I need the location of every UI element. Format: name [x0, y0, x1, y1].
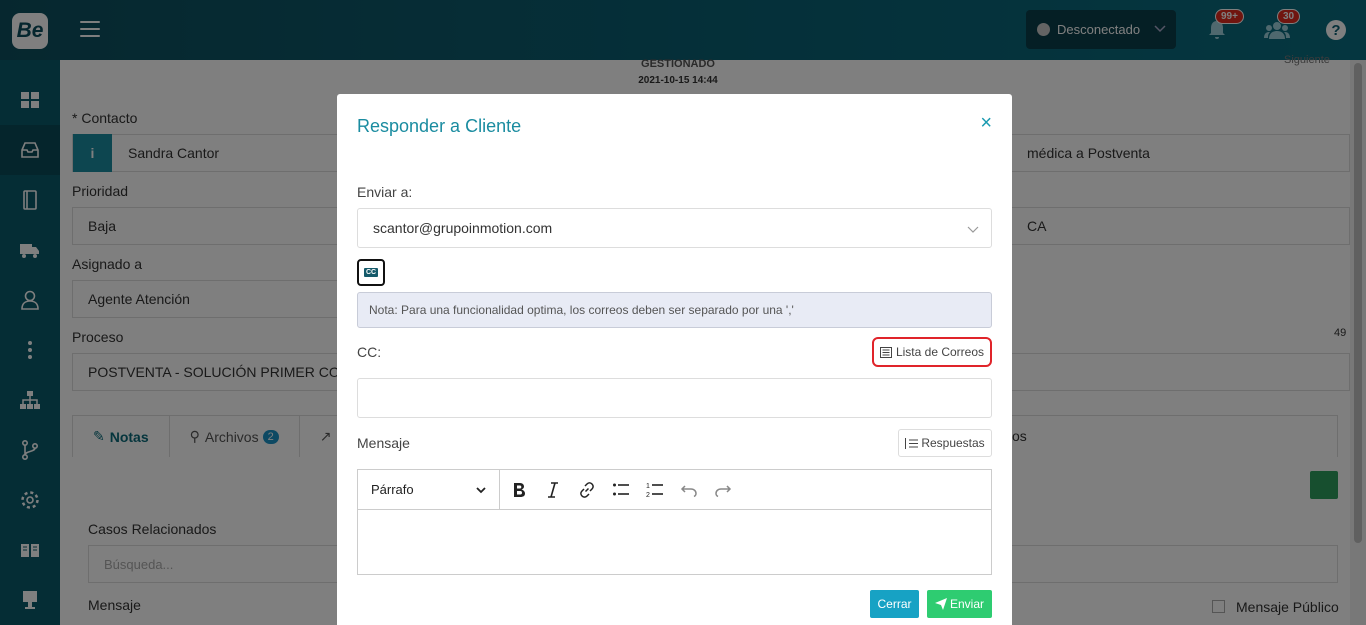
respuestas-button[interactable]: Respuestas	[898, 429, 992, 457]
lista-correos-button[interactable]: Lista de Correos	[872, 337, 992, 367]
enviar-a-select[interactable]: scantor@grupoinmotion.com	[357, 208, 992, 248]
enviar-a-label: Enviar a:	[357, 184, 413, 200]
italic-button[interactable]	[536, 470, 570, 510]
link-button[interactable]	[570, 470, 604, 510]
bullet-list-icon	[613, 483, 629, 495]
email-note: Nota: Para una funcionalidad optima, los…	[357, 292, 992, 328]
lista-correos-label: Lista de Correos	[895, 345, 985, 359]
numbered-list-button[interactable]: 12	[638, 470, 672, 510]
chevron-down-icon	[967, 226, 979, 233]
redo-button[interactable]	[706, 470, 740, 510]
paragraph-select[interactable]: Párrafo	[358, 469, 500, 510]
undo-icon	[680, 484, 697, 497]
undo-button[interactable]	[672, 470, 706, 510]
chevron-down-icon	[476, 486, 486, 493]
svg-text:1: 1	[646, 483, 650, 490]
message-editor: Párrafo 12	[357, 469, 992, 575]
send-icon	[934, 598, 947, 610]
cc-label: CC:	[357, 344, 382, 360]
enviar-button[interactable]: Enviar	[927, 590, 992, 618]
enviar-a-value: scantor@grupoinmotion.com	[373, 220, 553, 236]
numbered-list-icon: 12	[646, 483, 663, 499]
cc-toggle-button[interactable]: CC	[357, 259, 385, 286]
svg-text:2: 2	[646, 492, 650, 499]
respuestas-label: Respuestas	[921, 436, 985, 450]
list-icon	[879, 346, 892, 358]
close-icon[interactable]: ×	[980, 112, 992, 135]
paragraph-select-value: Párrafo	[371, 482, 414, 497]
redo-icon	[715, 484, 732, 497]
cerrar-button[interactable]: Cerrar	[870, 590, 919, 618]
cc-toggle-label: CC	[363, 268, 379, 277]
reply-modal: Responder a Cliente × Enviar a: scantor@…	[337, 94, 1012, 625]
bold-icon	[514, 482, 525, 497]
modal-title: Responder a Cliente	[357, 116, 522, 136]
bullet-list-button[interactable]	[604, 470, 638, 510]
list-ordered-icon	[905, 437, 919, 449]
italic-icon	[548, 481, 558, 498]
enviar-label: Enviar	[949, 597, 984, 611]
link-icon	[580, 481, 594, 498]
cc-input[interactable]	[357, 378, 992, 418]
editor-toolbar: Párrafo 12	[358, 469, 991, 510]
bold-button[interactable]	[502, 470, 536, 510]
editor-content[interactable]	[358, 510, 991, 574]
mensaje-label: Mensaje	[357, 435, 410, 451]
